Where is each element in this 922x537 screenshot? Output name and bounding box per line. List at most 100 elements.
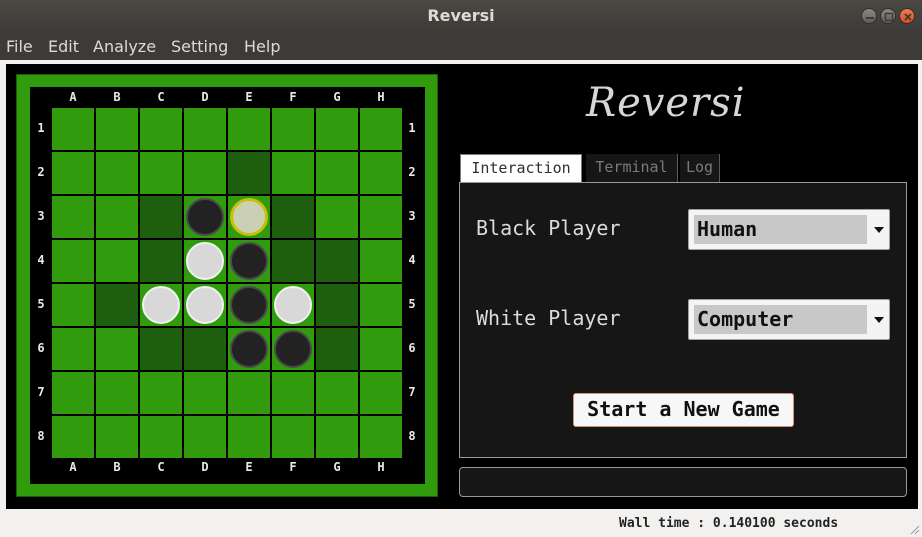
window-title: Reversi: [427, 6, 495, 25]
board-square-e4[interactable]: [228, 240, 270, 282]
board-square-e5[interactable]: [228, 284, 270, 326]
board-square-d1[interactable]: [184, 108, 226, 150]
tab-terminal[interactable]: Terminal: [586, 154, 678, 182]
board-square-c1[interactable]: [140, 108, 182, 150]
board-square-f7[interactable]: [272, 372, 314, 414]
board-square-d4[interactable]: [184, 240, 226, 282]
board-square-f2[interactable]: [272, 152, 314, 194]
new-game-button[interactable]: Start a New Game: [573, 393, 794, 427]
board-square-g7[interactable]: [316, 372, 358, 414]
board-square-f8[interactable]: [272, 416, 314, 458]
white-player-select[interactable]: Computer: [688, 299, 890, 340]
row-label-3: 3: [408, 209, 416, 223]
white-disc: [186, 242, 224, 280]
board-square-e6[interactable]: [228, 328, 270, 370]
board-square-h7[interactable]: [360, 372, 402, 414]
board-square-e1[interactable]: [228, 108, 270, 150]
tab-interaction[interactable]: Interaction: [460, 154, 582, 182]
board-square-g6[interactable]: [316, 328, 358, 370]
board-square-h6[interactable]: [360, 328, 402, 370]
board-square-h2[interactable]: [360, 152, 402, 194]
board-square-a6[interactable]: [52, 328, 94, 370]
board-square-g3[interactable]: [316, 196, 358, 238]
interaction-pane: Black Player Human White Player Computer…: [459, 182, 907, 458]
column-label-b: B: [113, 90, 121, 104]
board-square-e7[interactable]: [228, 372, 270, 414]
board-square-c3[interactable]: [140, 196, 182, 238]
row-label-6: 6: [408, 341, 416, 355]
board-square-h3[interactable]: [360, 196, 402, 238]
close-icon: [904, 13, 912, 21]
column-label-h: H: [377, 90, 385, 104]
board-square-e8[interactable]: [228, 416, 270, 458]
close-button[interactable]: [899, 8, 915, 24]
board-square-f4[interactable]: [272, 240, 314, 282]
black-disc: [230, 286, 268, 324]
board-square-a7[interactable]: [52, 372, 94, 414]
board-square-h5[interactable]: [360, 284, 402, 326]
board-square-c2[interactable]: [140, 152, 182, 194]
column-label-d: D: [201, 90, 209, 104]
board-square-d5[interactable]: [184, 284, 226, 326]
menu-file[interactable]: File: [6, 37, 33, 56]
menu-help[interactable]: Help: [244, 37, 280, 56]
row-label-2: 2: [37, 165, 45, 179]
row-label-6: 6: [37, 341, 45, 355]
board-square-g1[interactable]: [316, 108, 358, 150]
board-square-f5[interactable]: [272, 284, 314, 326]
column-label-e: E: [245, 90, 253, 104]
board-square-a4[interactable]: [52, 240, 94, 282]
board-square-e3[interactable]: [228, 196, 270, 238]
board-square-c7[interactable]: [140, 372, 182, 414]
board-square-a3[interactable]: [52, 196, 94, 238]
board-square-h1[interactable]: [360, 108, 402, 150]
column-label-c: C: [157, 460, 165, 474]
board-square-d7[interactable]: [184, 372, 226, 414]
board-square-b2[interactable]: [96, 152, 138, 194]
board-square-g2[interactable]: [316, 152, 358, 194]
board-square-a1[interactable]: [52, 108, 94, 150]
board-square-b1[interactable]: [96, 108, 138, 150]
resize-grip-icon[interactable]: [908, 523, 920, 535]
board-square-d8[interactable]: [184, 416, 226, 458]
message-field: [459, 467, 907, 497]
board-square-h8[interactable]: [360, 416, 402, 458]
board-square-g8[interactable]: [316, 416, 358, 458]
board-square-f1[interactable]: [272, 108, 314, 150]
board-square-c4[interactable]: [140, 240, 182, 282]
board-square-g5[interactable]: [316, 284, 358, 326]
menu-analyze[interactable]: Analyze: [93, 37, 156, 56]
column-label-a: A: [69, 460, 77, 474]
menu-edit[interactable]: Edit: [48, 37, 79, 56]
column-label-c: C: [157, 90, 165, 104]
board-square-e2[interactable]: [228, 152, 270, 194]
board-square-d6[interactable]: [184, 328, 226, 370]
board-square-d3[interactable]: [184, 196, 226, 238]
board-square-c6[interactable]: [140, 328, 182, 370]
board-square-h4[interactable]: [360, 240, 402, 282]
board-square-a2[interactable]: [52, 152, 94, 194]
tab-log[interactable]: Log: [680, 154, 720, 182]
board-square-c5[interactable]: [140, 284, 182, 326]
board-square-b3[interactable]: [96, 196, 138, 238]
black-player-select[interactable]: Human: [688, 209, 890, 250]
board-square-c8[interactable]: [140, 416, 182, 458]
status-bar: Wall time : 0.140100 seconds: [0, 512, 922, 537]
row-label-4: 4: [37, 253, 45, 267]
black-disc: [274, 330, 312, 368]
maximize-button[interactable]: [880, 8, 896, 24]
board-square-b5[interactable]: [96, 284, 138, 326]
board-square-b6[interactable]: [96, 328, 138, 370]
board-square-b7[interactable]: [96, 372, 138, 414]
board-square-b8[interactable]: [96, 416, 138, 458]
board-square-g4[interactable]: [316, 240, 358, 282]
board-square-a5[interactable]: [52, 284, 94, 326]
board-square-f3[interactable]: [272, 196, 314, 238]
board-square-d2[interactable]: [184, 152, 226, 194]
board-square-b4[interactable]: [96, 240, 138, 282]
minimize-button[interactable]: [861, 8, 877, 24]
board-square-f6[interactable]: [272, 328, 314, 370]
board-square-a8[interactable]: [52, 416, 94, 458]
menu-setting[interactable]: Setting: [171, 37, 228, 56]
row-label-5: 5: [408, 297, 416, 311]
